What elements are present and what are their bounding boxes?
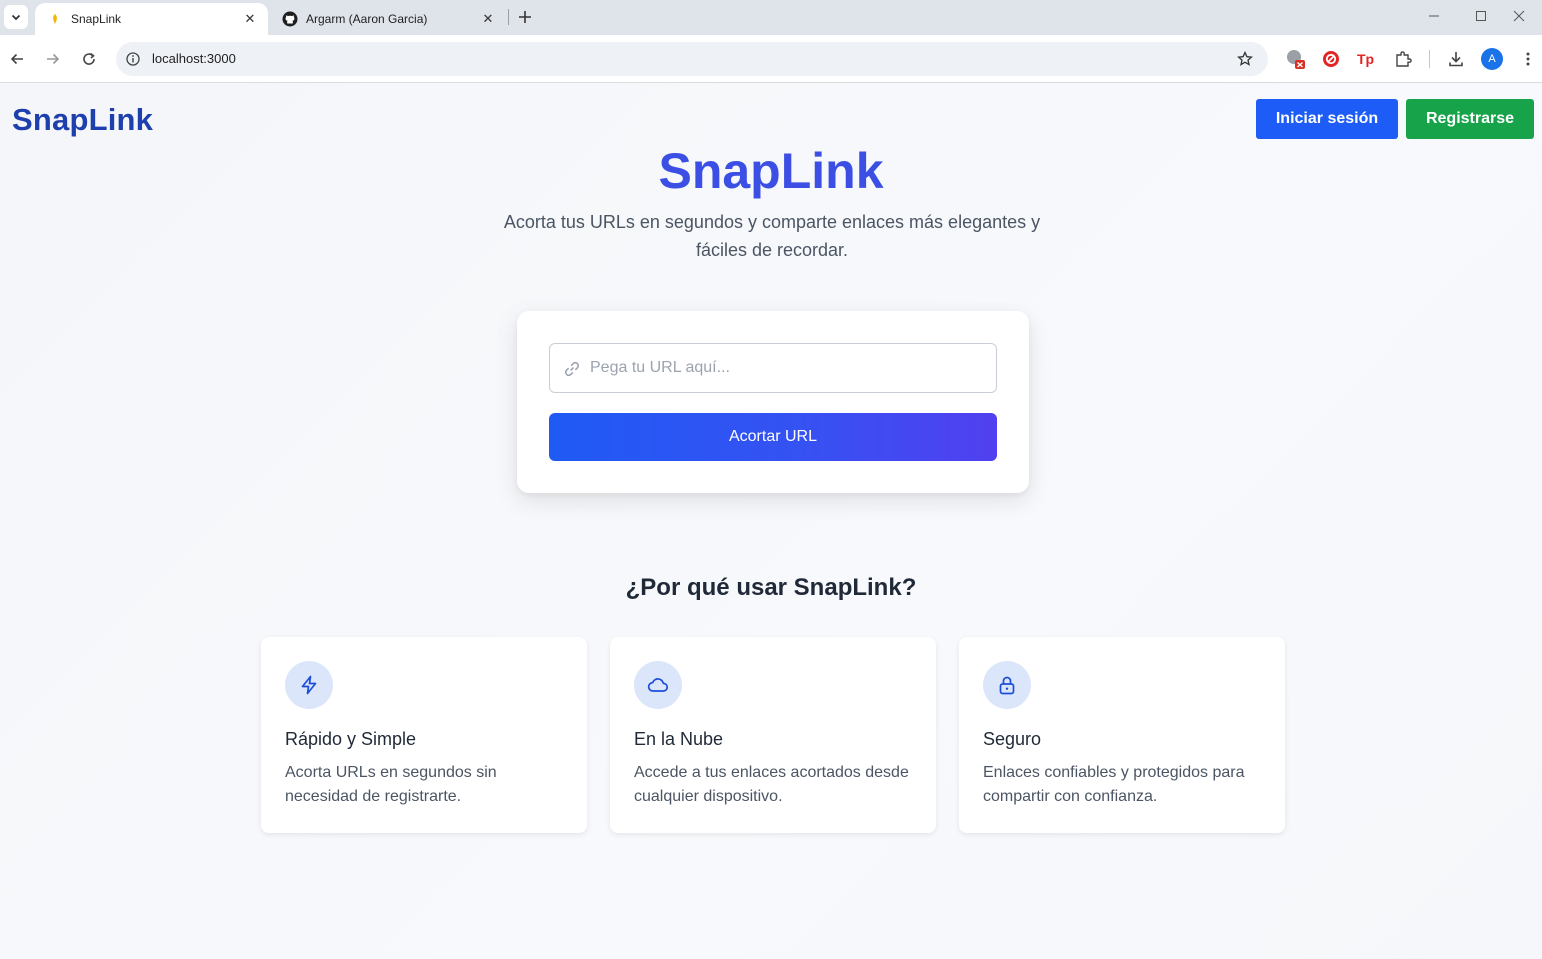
plus-icon (519, 11, 531, 23)
profile-avatar[interactable]: A (1481, 48, 1503, 70)
download-icon[interactable] (1445, 48, 1467, 70)
feature-description: Accede a tus enlaces acortados desde cua… (634, 764, 909, 805)
arrow-left-icon (10, 53, 23, 65)
features-heading: ¿Por qué usar SnapLink? (625, 574, 917, 601)
lightning-icon (285, 661, 333, 709)
maximize-icon (1476, 11, 1486, 21)
extension-blocked-icon[interactable] (1284, 48, 1306, 70)
browser-menu-icon[interactable] (1517, 48, 1539, 70)
brand-logo[interactable]: SnapLink (12, 102, 153, 138)
minimize-icon (1429, 15, 1439, 17)
toolbar-divider (1429, 50, 1430, 68)
bookmark-star-icon[interactable] (1236, 50, 1254, 68)
link-icon (562, 359, 582, 379)
tab-divider (508, 9, 509, 25)
url-shortener-card: Acortar URL (517, 311, 1029, 493)
extension-tp-icon[interactable]: Tp (1355, 48, 1377, 70)
snaplink-favicon-icon (47, 11, 63, 27)
tab-title: Argarm (Aaron Garcia) (306, 12, 428, 26)
address-bar[interactable]: localhost:3000 (116, 42, 1268, 76)
close-tab-icon[interactable]: ✕ (480, 11, 496, 27)
hero-subtitle: Acorta tus URLs en segundos y comparte e… (503, 212, 1041, 260)
lock-icon (983, 661, 1031, 709)
extension-red-circle-icon[interactable] (1320, 48, 1342, 70)
page-content: SnapLink Iniciar sesión Registrarse Snap… (0, 84, 1542, 959)
arrow-right-icon (47, 53, 60, 65)
forward-button[interactable] (41, 47, 65, 71)
tab-github[interactable]: Argarm (Aaron Garcia) ✕ (270, 3, 506, 35)
feature-description: Acorta URLs en segundos sin necesidad de… (285, 764, 497, 805)
address-url[interactable]: localhost:3000 (152, 51, 236, 66)
svg-text:Tp: Tp (1357, 51, 1374, 67)
reload-icon (83, 52, 95, 65)
cloud-icon (634, 661, 682, 709)
new-tab-button[interactable] (514, 6, 536, 28)
feature-title: Seguro (983, 729, 1042, 749)
tab-search-button[interactable] (4, 5, 28, 29)
chevron-down-icon (11, 14, 21, 21)
back-button[interactable] (5, 47, 29, 71)
url-input-field[interactable] (549, 343, 997, 393)
feature-title: Rápido y Simple (285, 729, 417, 749)
tab-title: SnapLink (71, 12, 122, 26)
minimize-button[interactable] (1411, 0, 1457, 32)
site-info-icon[interactable] (124, 50, 142, 68)
login-button[interactable]: Iniciar sesión (1256, 99, 1398, 139)
browser-tab-strip: SnapLink ✕ Argarm (Aaron Garcia) ✕ (0, 0, 1542, 35)
hero-title: SnapLink (658, 143, 884, 199)
github-icon (282, 11, 298, 27)
browser-toolbar: localhost:3000 Tp A (0, 35, 1542, 83)
feature-card-cloud: En la Nube Accede a tus enlaces acortado… (610, 637, 936, 833)
reload-button[interactable] (77, 47, 101, 71)
feature-title: En la Nube (634, 729, 724, 749)
close-window-button[interactable] (1496, 0, 1542, 32)
close-tab-icon[interactable]: ✕ (242, 11, 258, 27)
shorten-url-button[interactable]: Acortar URL (549, 413, 997, 461)
feature-card-fast: Rápido y Simple Acorta URLs en segundos … (261, 637, 587, 833)
register-button[interactable]: Registrarse (1406, 99, 1534, 139)
feature-description: Enlaces confiables y protegidos para com… (983, 764, 1245, 805)
extensions-puzzle-icon[interactable] (1392, 48, 1414, 70)
close-icon (1513, 10, 1525, 22)
url-input[interactable] (590, 344, 990, 392)
tab-snaplink[interactable]: SnapLink ✕ (35, 3, 268, 35)
feature-card-secure: Seguro Enlaces confiables y protegidos p… (959, 637, 1285, 833)
